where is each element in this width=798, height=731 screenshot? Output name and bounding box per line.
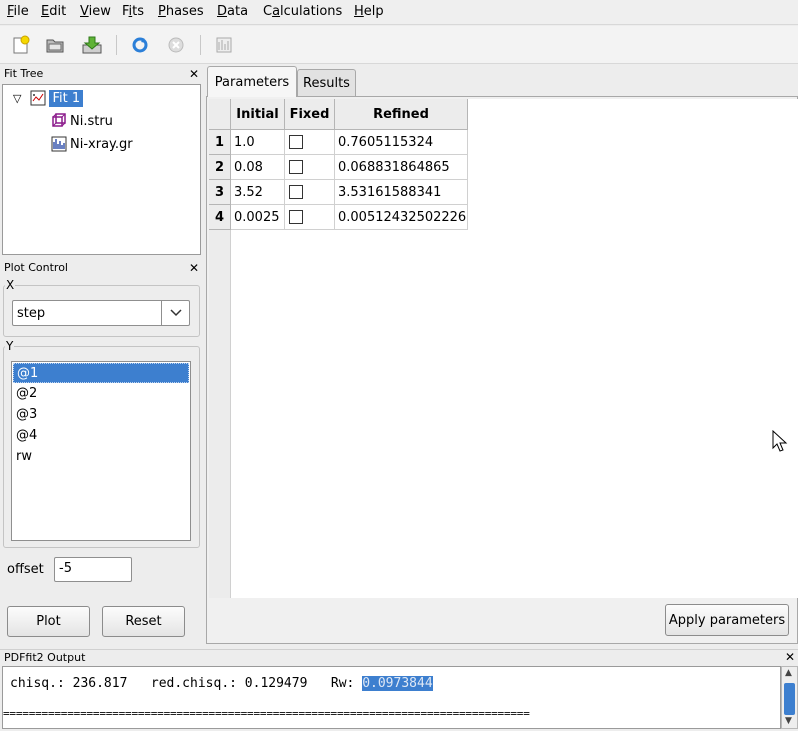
row-header[interactable]: 1 — [209, 130, 231, 155]
tab-parameters[interactable]: Parameters — [207, 66, 297, 97]
cell-refined[interactable]: 0.00512432502226 — [335, 205, 468, 230]
y-item[interactable]: @2 — [13, 384, 189, 404]
output-scrollbar[interactable]: ▲ ▼ — [781, 666, 798, 729]
tab-results[interactable]: Results — [297, 69, 356, 96]
fit-tree: ▽ Fit 1 Ni.stru Ni-xray.gr — [2, 84, 201, 255]
y-item[interactable]: @4 — [13, 426, 189, 446]
menu-fits[interactable]: Fits — [122, 4, 144, 19]
cell-refined[interactable]: 0.068831864865 — [335, 155, 468, 180]
toolbar-separator — [116, 35, 117, 55]
y-item[interactable]: @1 — [13, 363, 189, 383]
menu-phases[interactable]: Phases — [158, 4, 204, 19]
chevron-down-icon[interactable]: ▽ — [13, 92, 21, 105]
fixed-checkbox[interactable] — [289, 160, 303, 174]
offset-label: offset — [7, 562, 44, 577]
row-header[interactable]: 2 — [209, 155, 231, 180]
tree-item-label: Ni.stru — [70, 113, 113, 129]
plot-icon[interactable] — [212, 33, 236, 57]
row-header[interactable]: 4 — [209, 205, 231, 230]
tree-root-row[interactable]: ▽ Fit 1 — [13, 88, 84, 108]
save-download-icon[interactable] — [80, 33, 104, 57]
refresh-icon[interactable] — [128, 33, 152, 57]
table-corner[interactable] — [209, 99, 231, 130]
scroll-down-icon[interactable]: ▼ — [785, 716, 792, 726]
x-group-label: X — [5, 278, 16, 292]
y-axis-list[interactable]: @1 @2 @3 @4 rw — [11, 361, 191, 541]
structure-icon — [52, 113, 66, 127]
x-axis-value: step — [17, 306, 46, 321]
output-separator: ========================================… — [3, 707, 530, 720]
menu-edit[interactable]: Edit — [41, 4, 66, 19]
stop-icon[interactable] — [164, 33, 188, 57]
cell-fixed[interactable] — [285, 205, 335, 230]
tree-item-ni-xray-gr[interactable]: Ni-xray.gr — [51, 134, 133, 154]
plot-control-title: Plot Control — [4, 261, 68, 274]
fixed-checkbox[interactable] — [289, 185, 303, 199]
toolbar — [0, 26, 798, 64]
close-icon[interactable]: ✕ — [784, 651, 796, 663]
cell-initial[interactable]: 1.0 — [231, 130, 285, 155]
scrollbar-thumb[interactable] — [784, 683, 795, 715]
cell-initial[interactable]: 0.08 — [231, 155, 285, 180]
fit-icon — [30, 90, 46, 106]
close-icon[interactable]: ✕ — [188, 68, 200, 80]
menu-bar: File Edit View Fits Phases Data Calculat… — [0, 0, 798, 25]
output-title: PDFfit2 Output — [0, 649, 798, 666]
row-header-gutter — [209, 230, 231, 598]
mouse-cursor-icon — [772, 430, 788, 452]
fixed-checkbox[interactable] — [289, 210, 303, 224]
y-group-label: Y — [5, 339, 15, 353]
menu-help[interactable]: Help — [354, 4, 384, 19]
output-stats: chisq.: 236.817 red.chisq.: 0.129479 Rw: — [10, 676, 363, 691]
menu-view[interactable]: View — [80, 4, 111, 19]
tree-item-ni-stru[interactable]: Ni.stru — [51, 111, 113, 131]
fit-tree-title: Fit Tree — [4, 67, 44, 80]
menu-calculations[interactable]: Calculations — [263, 4, 342, 19]
cell-fixed[interactable] — [285, 155, 335, 180]
cell-refined[interactable]: 3.53161588341 — [335, 180, 468, 205]
chevron-down-icon[interactable] — [161, 301, 189, 325]
column-header-initial[interactable]: Initial — [231, 99, 285, 130]
cell-initial[interactable]: 0.0025 — [231, 205, 285, 230]
reset-button[interactable]: Reset — [102, 606, 185, 637]
cell-initial[interactable]: 3.52 — [231, 180, 285, 205]
cell-fixed[interactable] — [285, 130, 335, 155]
tree-item-fit-1[interactable]: Fit 1 — [49, 89, 84, 107]
output-line: chisq.: 236.817 red.chisq.: 0.129479 Rw:… — [10, 676, 433, 691]
rw-value: 0.0973844 — [362, 676, 433, 691]
menu-data[interactable]: Data — [217, 4, 248, 19]
column-header-fixed[interactable]: Fixed — [285, 99, 335, 130]
output-console[interactable]: chisq.: 236.817 red.chisq.: 0.129479 Rw:… — [2, 666, 781, 729]
y-item[interactable]: @3 — [13, 405, 189, 425]
close-icon[interactable]: ✕ — [188, 262, 200, 274]
y-item[interactable]: rw — [13, 447, 189, 467]
data-chart-icon — [51, 136, 67, 152]
fixed-checkbox[interactable] — [289, 135, 303, 149]
plot-button[interactable]: Plot — [7, 606, 90, 637]
scroll-up-icon[interactable]: ▲ — [785, 668, 792, 678]
cell-refined[interactable]: 0.7605115324 — [335, 130, 468, 155]
menu-file[interactable]: File — [7, 4, 29, 19]
offset-input[interactable]: -5 — [54, 557, 132, 582]
cell-fixed[interactable] — [285, 180, 335, 205]
tree-item-label: Ni-xray.gr — [70, 136, 133, 152]
apply-parameters-button[interactable]: Apply parameters — [665, 604, 789, 636]
toolbar-separator — [200, 35, 201, 55]
row-header[interactable]: 3 — [209, 180, 231, 205]
open-folder-icon[interactable] — [43, 33, 67, 57]
column-header-refined[interactable]: Refined — [335, 99, 468, 130]
x-axis-select[interactable]: step — [12, 300, 190, 326]
new-project-icon[interactable] — [9, 33, 33, 57]
